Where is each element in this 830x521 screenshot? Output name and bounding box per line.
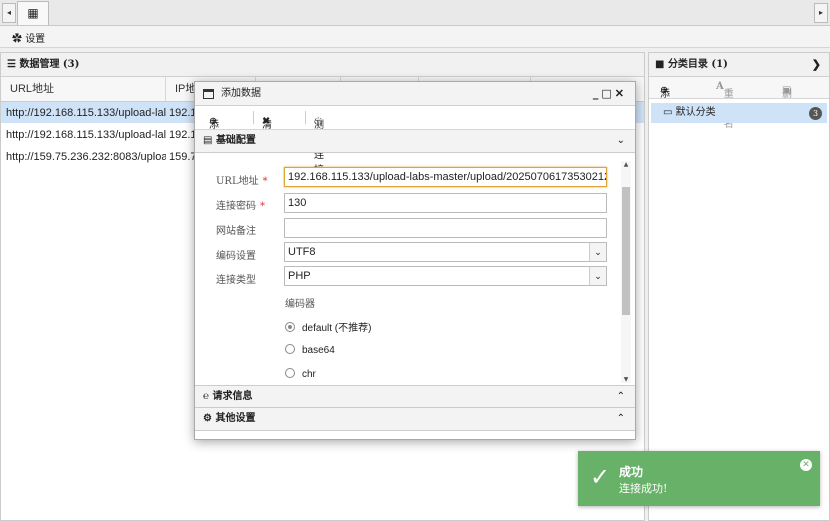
window-controls[interactable]: _□✕ bbox=[593, 82, 627, 106]
settings-button[interactable]: ✿ 设置 bbox=[12, 30, 45, 45]
chevron-down-icon: ⌄ bbox=[616, 135, 625, 146]
folder-icon: ■ bbox=[655, 59, 665, 70]
tab-strip: ◂ ▦ ▸ bbox=[0, 0, 830, 26]
success-toast: ✓ 成功 连接成功! ✕ bbox=[578, 451, 820, 506]
divider bbox=[253, 111, 254, 124]
chevron-up-icon: ⌃ bbox=[616, 391, 625, 402]
data-panel-title: 数据管理 (3) bbox=[19, 59, 80, 70]
list-icon: ☰ bbox=[7, 59, 16, 70]
row-url: http://159.75.236.232:8083/uploa bbox=[6, 151, 166, 163]
encoder-option-default[interactable]: default (不推荐) bbox=[285, 319, 371, 334]
encoder-option-base64[interactable]: base64 bbox=[285, 344, 335, 356]
chevron-down-icon: ⌄ bbox=[589, 267, 606, 285]
encoding-value: UTF8 bbox=[288, 246, 316, 258]
category-toolbar: ⊕ 添加 A 重命名 ▣ 删除 bbox=[649, 77, 829, 130]
basic-config-body: URL地址 * 192.168.115.133/upload-labs-maste… bbox=[195, 153, 635, 385]
scroll-up-icon: ▲ bbox=[623, 161, 629, 168]
category-item[interactable]: ▭ 默认分类 3 bbox=[651, 103, 827, 123]
font-icon: A bbox=[716, 81, 724, 92]
check-icon: ✓ bbox=[590, 463, 611, 491]
basic-config-header[interactable]: ▤ 基础配置 ⌄ bbox=[195, 130, 635, 153]
form-scrollbar[interactable]: ▲ ▼ bbox=[621, 161, 631, 383]
collapse-panel-button[interactable]: ❯ bbox=[812, 53, 821, 76]
request-info-title: 请求信息 bbox=[212, 391, 253, 402]
home-tab[interactable]: ▦ bbox=[17, 1, 49, 25]
divider bbox=[305, 111, 306, 124]
basic-config-title: 基础配置 bbox=[215, 135, 256, 146]
category-name: 默认分类 bbox=[675, 107, 716, 118]
required-mark: * bbox=[260, 201, 265, 212]
column-header-url[interactable]: URL地址 bbox=[1, 77, 166, 102]
grid-icon: ▦ bbox=[27, 6, 39, 20]
category-count-badge: 3 bbox=[809, 107, 822, 120]
add-data-dialog: 添加数据 _□✕ ⊕ 添加 ✖ 清空 ◌ 测试连接 ▤ 基础配置 ⌄ URL地址… bbox=[194, 81, 636, 440]
row-url: http://192.168.115.133/upload-lal bbox=[6, 129, 166, 141]
note-input[interactable] bbox=[284, 218, 607, 238]
main-toolbar: ✿ 设置 bbox=[0, 26, 830, 48]
password-label-text: 连接密码 bbox=[216, 201, 256, 212]
encoder-option-label: default (不推荐) bbox=[302, 323, 372, 334]
chevron-up-icon: ⌃ bbox=[616, 413, 625, 424]
connection-type-value: PHP bbox=[288, 270, 311, 282]
encoder-label: 编码器 bbox=[285, 299, 315, 310]
scroll-tabs-left-button[interactable]: ◂ bbox=[2, 3, 16, 23]
encoder-option-label: base64 bbox=[302, 345, 335, 356]
other-settings-title: 其他设置 bbox=[215, 413, 256, 424]
rename-category-button[interactable]: A 重命名 bbox=[716, 81, 734, 130]
gear-icon: ✿ bbox=[12, 34, 22, 45]
dialog-title: 添加数据 bbox=[221, 88, 261, 99]
window-icon bbox=[203, 89, 214, 99]
radio-icon bbox=[285, 368, 295, 378]
cogs-icon: ⚙ bbox=[203, 413, 212, 424]
radio-icon bbox=[285, 344, 295, 354]
encoding-select[interactable]: UTF8 ⌄ bbox=[284, 242, 607, 262]
url-label-text: URL地址 bbox=[216, 176, 259, 187]
password-input[interactable]: 130 bbox=[284, 193, 607, 213]
encoder-option-chr[interactable]: chr bbox=[285, 368, 316, 380]
close-icon[interactable]: ✕ bbox=[800, 459, 812, 471]
category-panel-header: ■ 分类目录 (1) ❯ bbox=[649, 53, 829, 77]
chevron-down-icon: ⌄ bbox=[589, 243, 606, 261]
other-settings-header[interactable]: ⚙ 其他设置 ⌃ bbox=[195, 408, 635, 431]
required-mark: * bbox=[262, 176, 268, 187]
category-panel-title: 分类目录 (1) bbox=[667, 59, 728, 70]
data-panel-header: ☰ 数据管理 (3) bbox=[1, 53, 644, 77]
dialog-toolbar: ⊕ 添加 ✖ 清空 ◌ 测试连接 bbox=[195, 106, 635, 176]
url-label: URL地址 * bbox=[216, 172, 268, 187]
scroll-tabs-right-button[interactable]: ▸ bbox=[814, 3, 828, 23]
request-info-header[interactable]: ℮ 请求信息 ⌃ bbox=[195, 385, 635, 408]
url-input[interactable]: 192.168.115.133/upload-labs-master/uploa… bbox=[284, 167, 607, 187]
encoder-option-label: chr bbox=[302, 369, 316, 380]
connection-type-select[interactable]: PHP ⌄ bbox=[284, 266, 607, 286]
radio-selected-icon bbox=[285, 322, 295, 332]
toast-message: 连接成功! bbox=[619, 482, 668, 495]
settings-label: 设置 bbox=[25, 34, 46, 45]
ie-icon: ℮ bbox=[203, 391, 210, 402]
encoding-label: 编码设置 bbox=[216, 251, 256, 262]
note-label: 网站备注 bbox=[216, 226, 256, 237]
folder-outline-icon: ▭ bbox=[663, 107, 673, 118]
document-icon: ▤ bbox=[203, 135, 213, 146]
row-url: http://192.168.115.133/upload-lal bbox=[6, 107, 166, 119]
scrollbar-thumb[interactable] bbox=[622, 187, 630, 315]
connection-type-label: 连接类型 bbox=[216, 275, 256, 286]
toast-title: 成功 bbox=[619, 465, 644, 479]
password-label: 连接密码 * bbox=[216, 197, 265, 212]
scroll-down-icon: ▼ bbox=[623, 376, 629, 383]
dialog-titlebar[interactable]: 添加数据 _□✕ bbox=[195, 82, 635, 106]
